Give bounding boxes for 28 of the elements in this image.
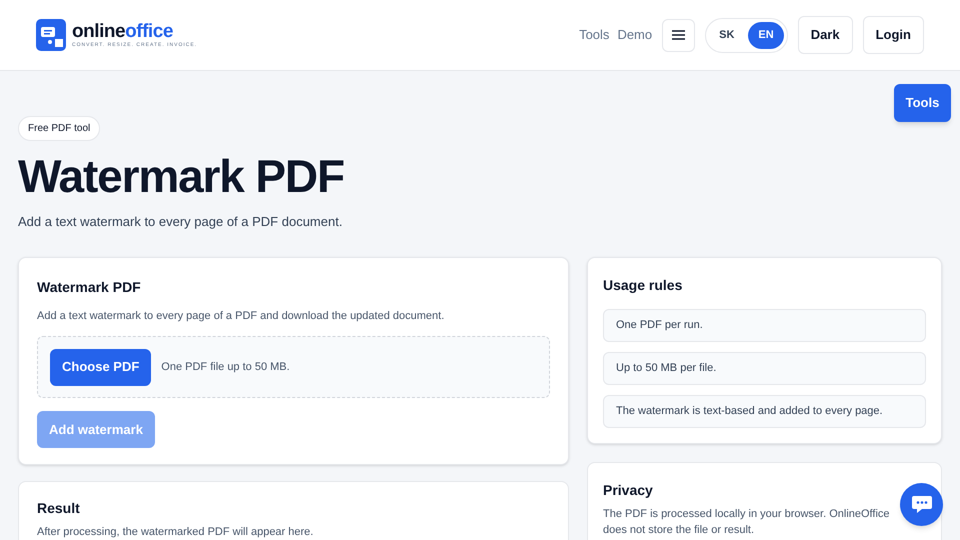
page-subtitle: Add a text watermark to every page of a PDF document. bbox=[18, 213, 344, 231]
logo-wordmark: onlineoffice bbox=[72, 22, 174, 42]
nav-link[interactable]: Tools bbox=[579, 25, 610, 45]
card-description: Add a text watermark to every page of a PDF and download the updated document. bbox=[37, 308, 446, 324]
chat-icon bbox=[910, 494, 932, 514]
card-title: Privacy bbox=[603, 480, 654, 500]
header-button[interactable]: Dark bbox=[798, 16, 853, 54]
card-title: Usage rules bbox=[603, 276, 684, 295]
menu-button[interactable] bbox=[662, 18, 696, 52]
language-option[interactable]: EN bbox=[748, 22, 784, 48]
card-title: Watermark PDF bbox=[37, 278, 142, 296]
page-title: Watermark PDF bbox=[18, 151, 345, 201]
file-drop-zone[interactable]: Choose PDF One PDF file up to 50 MB. bbox=[37, 336, 550, 398]
file-hint: One PDF file up to 50 MB. bbox=[161, 360, 290, 375]
nav-link[interactable]: Demo bbox=[617, 25, 652, 45]
rule-item: Up to 50 MB per file. bbox=[603, 352, 926, 384]
rule-item: One PDF per run. bbox=[603, 308, 926, 342]
language-option[interactable]: SK bbox=[709, 22, 744, 48]
choose-pdf-button[interactable]: Choose PDF bbox=[50, 348, 152, 386]
privacy-text: The PDF is processed locally in your browser. OnlineOffice does not store the file or result. bbox=[603, 506, 891, 538]
header-button[interactable]: Login bbox=[862, 16, 924, 54]
card-title: Result bbox=[37, 499, 81, 518]
rule-item: The watermark is text-based and added to every page. bbox=[603, 394, 926, 428]
tool-badge: Free PDF tool bbox=[18, 116, 100, 141]
logo-icon bbox=[36, 19, 66, 51]
menu-icon bbox=[672, 30, 686, 40]
result-text: After processing, the watermarked PDF will appear here. bbox=[37, 525, 314, 540]
tools-button[interactable]: Tools bbox=[894, 84, 951, 122]
